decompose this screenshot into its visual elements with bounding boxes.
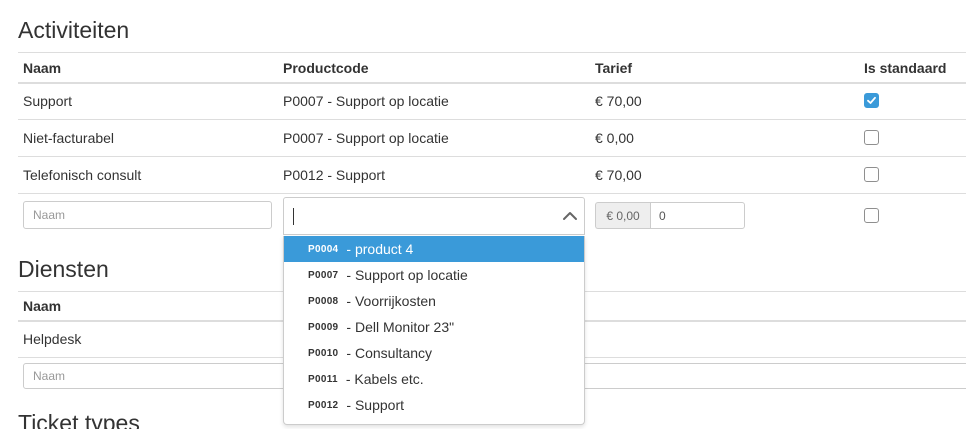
dropdown-option[interactable]: P0010- Consultancy xyxy=(284,340,584,366)
divider xyxy=(18,156,966,157)
dropdown-option[interactable]: P0009- Dell Monitor 23" xyxy=(284,314,584,340)
dropdown-option[interactable]: P0012- Support xyxy=(284,392,584,418)
text-cursor xyxy=(293,208,294,225)
productcode-dropdown-menu: P0004- product 4 P0007- Support op locat… xyxy=(283,236,585,425)
column-header-tarief: Tarief xyxy=(595,60,633,76)
tarief-currency-addon: € 0,00 xyxy=(595,202,650,229)
dienst-naam: Helpdesk xyxy=(23,331,82,347)
is-standaard-checkbox[interactable] xyxy=(864,93,879,108)
column-header-naam: Naam xyxy=(23,60,62,76)
divider xyxy=(18,52,966,53)
dropdown-option[interactable]: P0004- product 4 xyxy=(284,236,584,262)
is-standaard-checkbox[interactable] xyxy=(864,167,879,182)
tarief-input[interactable]: 0 xyxy=(650,202,745,229)
activity-tarief: € 70,00 xyxy=(595,93,642,109)
dropdown-option[interactable]: P0008- Voorrijkosten xyxy=(284,288,584,314)
dropdown-option[interactable]: P0007- Support op locatie xyxy=(284,262,584,288)
ticket-types-title: Ticket types xyxy=(18,410,140,429)
diensten-title: Diensten xyxy=(18,256,109,282)
activity-tarief: € 70,00 xyxy=(595,167,642,183)
new-activity-naam-input[interactable]: Naam xyxy=(23,201,272,229)
check-icon xyxy=(867,96,876,104)
is-standaard-checkbox[interactable] xyxy=(864,130,879,145)
dropdown-option[interactable]: P0011- Kabels etc. xyxy=(284,366,584,392)
activity-productcode: P0012 - Support xyxy=(283,167,385,183)
column-header-naam: Naam xyxy=(23,298,62,314)
productcode-select[interactable] xyxy=(283,197,585,235)
chevron-up-icon[interactable] xyxy=(562,210,578,222)
divider xyxy=(18,82,966,84)
activiteiten-title: Activiteiten xyxy=(18,17,130,43)
new-is-standaard-checkbox[interactable] xyxy=(864,208,879,223)
column-header-is-standaard: Is standaard xyxy=(864,60,947,76)
activity-tarief: € 0,00 xyxy=(595,130,634,146)
activity-productcode: P0007 - Support op locatie xyxy=(283,93,449,109)
activity-naam: Niet-facturabel xyxy=(23,130,115,146)
divider xyxy=(18,193,966,194)
activity-naam: Support xyxy=(23,93,73,109)
activity-naam: Telefonisch consult xyxy=(23,167,142,183)
column-header-productcode: Productcode xyxy=(283,60,369,76)
divider xyxy=(18,119,966,120)
activity-productcode: P0007 - Support op locatie xyxy=(283,130,449,146)
